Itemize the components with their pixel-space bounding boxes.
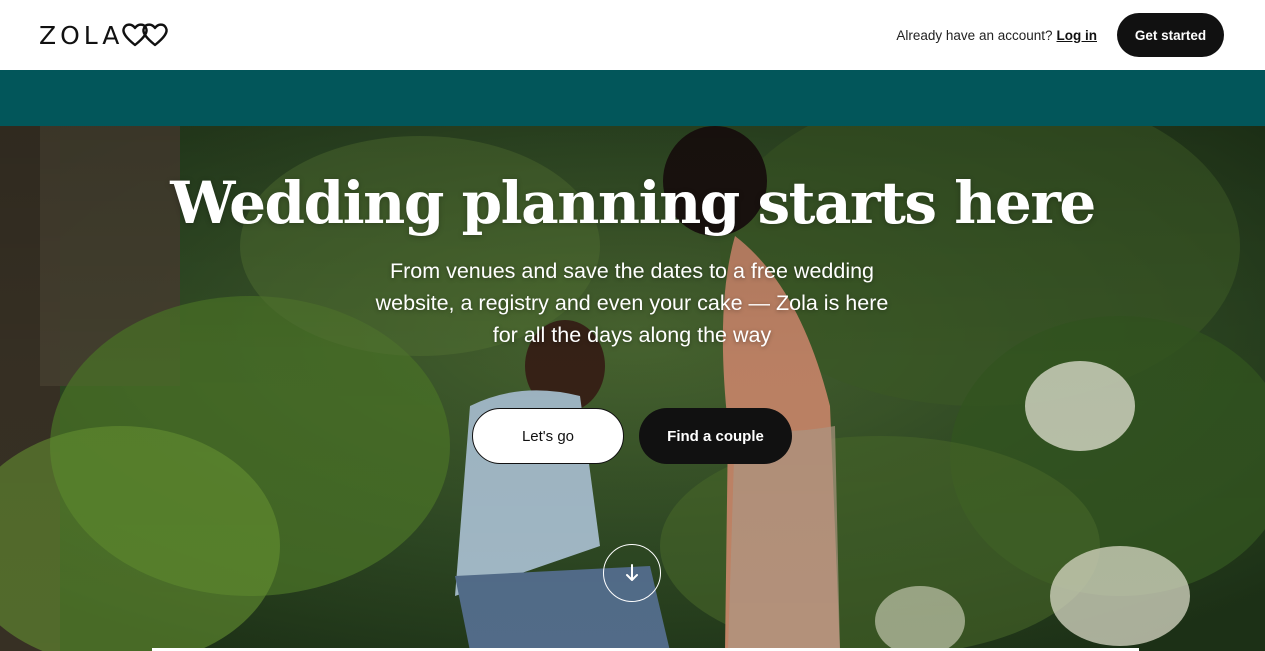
login-link[interactable]: Log in xyxy=(1057,28,1098,43)
arrow-down-icon xyxy=(626,564,638,581)
logo-wordmark: ZOLA xyxy=(39,20,124,50)
double-heart-logo-icon xyxy=(122,23,169,47)
hero-title: Wedding planning starts here xyxy=(170,169,1096,237)
zola-logo[interactable]: ZOLA xyxy=(39,21,177,49)
site-header: ZOLA Already have an account? Log in Get… xyxy=(0,0,1265,70)
header-actions: Already have an account? Log in Get star… xyxy=(896,13,1224,57)
find-a-couple-button[interactable]: Find a couple xyxy=(639,408,792,464)
get-started-button[interactable]: Get started xyxy=(1117,13,1224,57)
hero-subtitle: From venues and save the dates to a free… xyxy=(375,259,889,347)
lets-go-button[interactable]: Let's go xyxy=(472,408,624,464)
hero-section: Wedding planning starts here From venues… xyxy=(0,126,1265,651)
teal-banner xyxy=(0,70,1265,126)
scroll-down-button[interactable] xyxy=(603,544,661,602)
account-prompt: Already have an account? xyxy=(896,27,1053,43)
